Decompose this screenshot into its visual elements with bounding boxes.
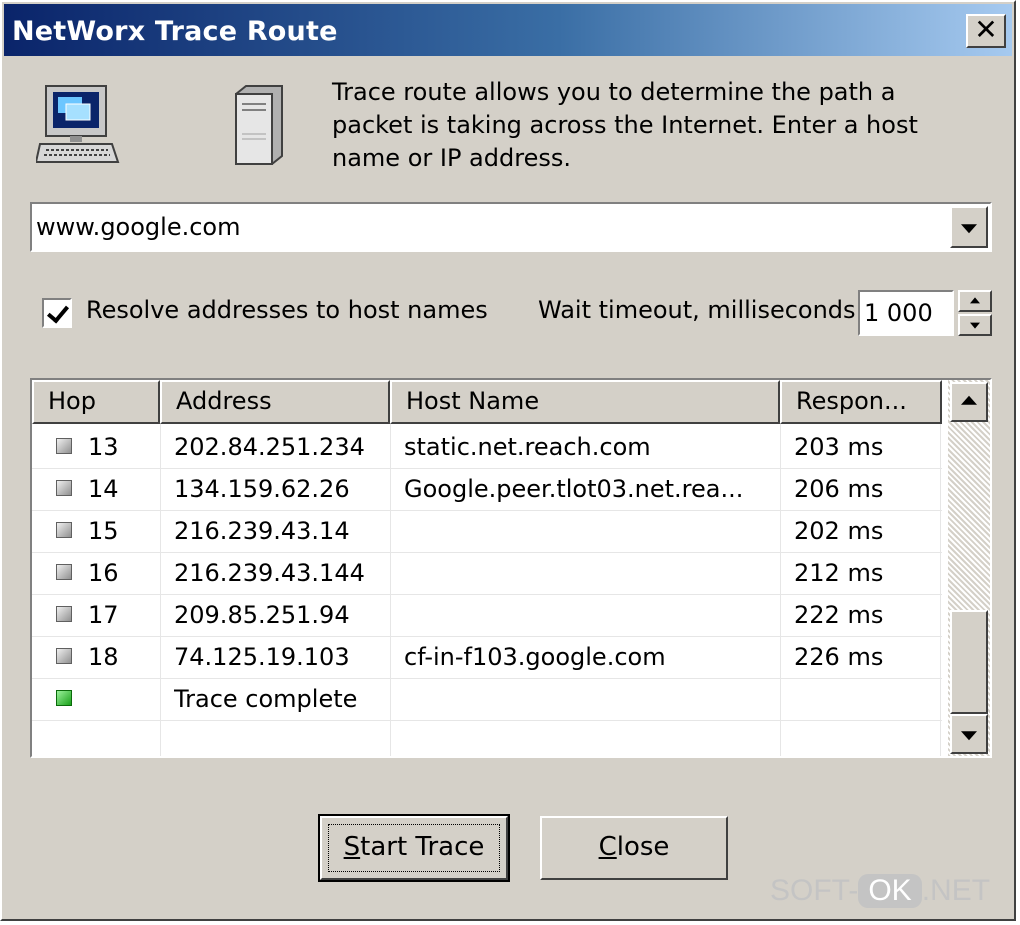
cell-hop: 18	[88, 643, 119, 671]
resolve-checkbox[interactable]	[42, 298, 72, 328]
column-header-host-name[interactable]: Host Name	[390, 380, 780, 424]
start-trace-button[interactable]: Start Trace	[318, 814, 510, 882]
table-row[interactable]: 16 216.239.43.144 212 ms	[32, 552, 950, 594]
trace-results-table[interactable]: Hop Address Host Name Respon... 13 202.84…	[30, 378, 992, 758]
watermark-mid: OK	[858, 874, 922, 908]
column-header-response[interactable]: Respon...	[780, 380, 942, 424]
server-icon	[235, 85, 283, 165]
cell-address: 209.85.251.94	[174, 601, 350, 629]
cell-hop: 13	[88, 433, 119, 461]
watermark-right: .NET	[921, 874, 991, 907]
window-title: NetWorx Trace Route	[12, 16, 338, 47]
column-header-address[interactable]: Address	[160, 380, 390, 424]
cell-hop: 17	[88, 601, 119, 629]
status-hop-icon	[56, 480, 72, 496]
computer-icon	[36, 85, 120, 163]
timeout-decrement-button[interactable]	[958, 314, 992, 336]
trace-route-window: NetWorx Trace Route ✕ Trace route allows…	[0, 0, 1016, 921]
host-dropdown-button[interactable]	[950, 206, 988, 248]
host-input-value[interactable]: www.google.com	[36, 213, 240, 241]
status-hop-icon	[56, 606, 72, 622]
watermark-left: SOFT-	[770, 874, 859, 907]
watermark: SOFT- OK .NET	[770, 874, 990, 908]
title-bar[interactable]: NetWorx Trace Route ✕	[4, 4, 1012, 56]
status-hop-icon	[56, 564, 72, 580]
cell-host-name: Google.peer.tlot03.net.rea...	[404, 475, 744, 503]
cell-address: Trace complete	[174, 685, 358, 713]
cell-host-name: cf-in-f103.google.com	[404, 643, 666, 671]
table-row[interactable]: 17 209.85.251.94 222 ms	[32, 594, 950, 636]
table-row[interactable]: 13 202.84.251.234 static.net.reach.com 203 …	[32, 426, 950, 468]
status-hop-icon	[56, 522, 72, 538]
scroll-thumb[interactable]	[950, 610, 988, 714]
cell-response: 226 ms	[794, 643, 884, 671]
cell-hop: 15	[88, 517, 119, 545]
status-complete-icon	[56, 690, 72, 706]
cell-hop: 16	[88, 559, 119, 587]
cell-address: 74.125.19.103	[174, 643, 350, 671]
table-row[interactable]: 15 216.239.43.14 202 ms	[32, 510, 950, 552]
resolve-label[interactable]: Resolve addresses to host names	[86, 296, 488, 324]
cell-host-name: static.net.reach.com	[404, 433, 651, 461]
close-window-button[interactable]: ✕	[966, 14, 1006, 48]
cell-response: 202 ms	[794, 517, 884, 545]
column-header-hop[interactable]: Hop	[32, 380, 160, 424]
table-row[interactable]: 18 74.125.19.103 cf-in-f103.google.com 226 …	[32, 636, 950, 678]
arrow-up-icon	[970, 297, 980, 304]
scroll-up-button[interactable]	[950, 382, 988, 422]
arrow-down-icon	[970, 322, 980, 329]
chevron-down-icon	[961, 224, 977, 234]
table-row[interactable]: 14 134.159.62.26 Google.peer.tlot03.net.re…	[32, 468, 950, 510]
cell-response: 212 ms	[794, 559, 884, 587]
cell-address: 134.159.62.26	[174, 475, 350, 503]
cell-address: 202.84.251.234	[174, 433, 365, 461]
table-row[interactable]: Trace complete	[32, 678, 950, 720]
close-button[interactable]: Close	[540, 816, 728, 880]
checkmark-icon	[46, 300, 70, 324]
host-input[interactable]: www.google.com	[30, 202, 992, 252]
scroll-down-button[interactable]	[950, 714, 988, 754]
description-text: Trace route allows you to determine the …	[332, 78, 918, 172]
cell-hop: 14	[88, 475, 119, 503]
cell-address: 216.239.43.14	[174, 517, 350, 545]
close-accel: C	[598, 832, 617, 862]
timeout-increment-button[interactable]	[958, 290, 992, 312]
close-label: lose	[616, 832, 670, 862]
timeout-value[interactable]: 1 000	[864, 299, 933, 327]
timeout-label: Wait timeout, milliseconds	[538, 296, 856, 324]
cell-response: 206 ms	[794, 475, 884, 503]
focus-rect	[328, 824, 500, 872]
cell-address: 216.239.43.144	[174, 559, 365, 587]
grid-line	[32, 720, 942, 721]
arrow-up-icon	[961, 395, 977, 405]
status-hop-icon	[56, 648, 72, 664]
arrow-down-icon	[961, 731, 977, 741]
vertical-scrollbar[interactable]	[948, 380, 990, 756]
timeout-input[interactable]: 1 000	[858, 290, 954, 336]
cell-response: 222 ms	[794, 601, 884, 629]
cell-response: 203 ms	[794, 433, 884, 461]
status-hop-icon	[56, 438, 72, 454]
